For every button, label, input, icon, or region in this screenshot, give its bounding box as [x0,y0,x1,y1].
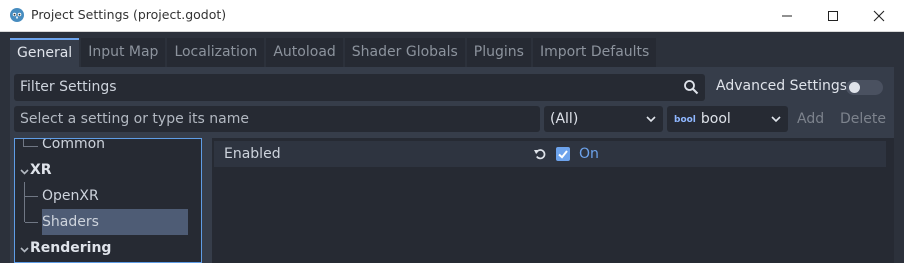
tree-connector [24,182,25,222]
type-value: bool [700,111,731,127]
tab-localization[interactable]: Localization [167,38,265,67]
scope-select[interactable]: (All) [544,106,663,132]
tab-import-defaults[interactable]: Import Defaults [532,38,657,67]
enabled-value-label[interactable]: On [579,146,599,162]
chevron-down-icon [646,116,656,123]
delete-button[interactable]: Delete [840,106,886,132]
tab-input-map[interactable]: Input Map [81,38,166,67]
setting-name-placeholder: Select a setting or type its name [20,111,249,127]
tree-item-openxr[interactable]: OpenXR [42,188,99,204]
expand-arrow-icon[interactable] [20,245,29,254]
maximize-button[interactable] [810,0,856,31]
property-row-enabled [214,141,886,167]
advanced-settings-toggle[interactable] [846,80,883,95]
tab-bar: General Input Map Localization Autoload … [10,38,658,67]
tree-connector [23,139,24,146]
bool-type-icon: bool [674,115,696,125]
setting-name-input[interactable]: Select a setting or type its name [14,106,540,132]
type-select[interactable]: bool bool [667,106,788,132]
tab-autoload[interactable]: Autoload [266,38,343,67]
tree-connector [23,146,38,147]
tree-section-xr[interactable]: XR [30,162,52,178]
window-titlebar: Project Settings (project.godot) [0,0,904,32]
filter-settings-input[interactable]: Filter Settings [14,74,705,101]
tree-connector [25,222,38,223]
revert-icon[interactable] [533,147,547,161]
godot-logo-icon [10,8,24,22]
tree-item-shaders[interactable]: Shaders [42,214,99,230]
close-button[interactable] [856,0,902,31]
search-icon [684,80,699,95]
advanced-settings-label: Advanced Settings [716,78,848,94]
add-button[interactable]: Add [797,106,824,132]
tree-item-common[interactable]: Common [42,139,105,152]
toggle-knob [849,82,860,93]
tree-section-rendering[interactable]: Rendering [30,240,111,256]
tree-connector [25,196,38,197]
tab-general[interactable]: General [10,38,80,67]
minimize-icon [782,15,792,16]
maximize-icon [828,10,838,21]
filter-placeholder: Filter Settings [20,79,117,95]
tab-plugins[interactable]: Plugins [466,38,531,67]
close-icon [873,10,885,21]
scope-value: (All) [550,111,579,127]
minimize-button[interactable] [764,0,810,31]
chevron-down-icon [771,116,781,123]
window-title: Project Settings (project.godot) [31,7,227,22]
expand-arrow-icon[interactable] [20,167,29,176]
tab-shader-globals[interactable]: Shader Globals [344,38,465,67]
property-name: Enabled [224,146,281,162]
enabled-checkbox[interactable] [556,147,570,161]
settings-tree[interactable]: Common XR OpenXR Shaders Rendering [14,138,202,263]
checkmark-icon [558,150,568,159]
